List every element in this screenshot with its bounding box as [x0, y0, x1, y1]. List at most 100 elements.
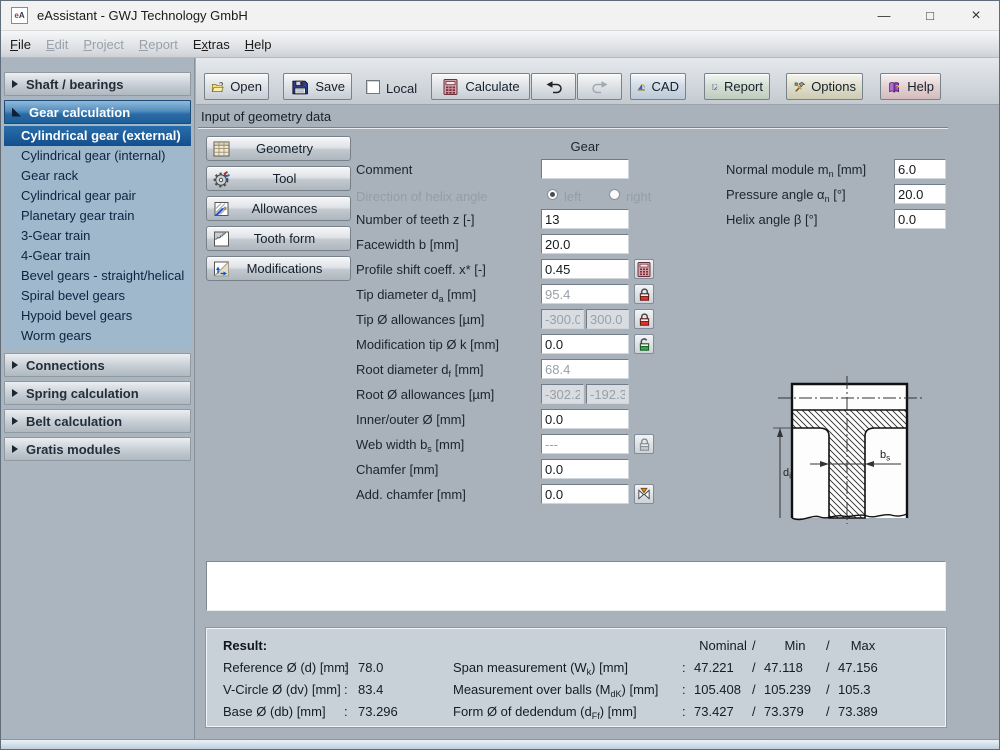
sidebar-item-four-gear-train[interactable]: 4-Gear train	[4, 246, 191, 266]
tool-tab-button[interactable]: Tool	[206, 166, 351, 191]
local-checkbox[interactable]	[366, 80, 380, 94]
sidebar-section-shaft-bearings[interactable]: Shaft / bearings	[4, 72, 191, 96]
profile-shift-input[interactable]	[541, 259, 629, 279]
gear-column-header: Gear	[541, 139, 629, 154]
helix-angle-label: Helix angle β [°]	[726, 212, 817, 227]
sidebar-item-gear-rack[interactable]: Gear rack	[4, 166, 191, 186]
result-label: Base Ø (db) [mm]	[223, 704, 344, 719]
helix-left-radio[interactable]	[547, 189, 558, 200]
sidebar-section-gear-calculation[interactable]: Gear calculation	[4, 100, 191, 124]
tip-allowances-lock-button[interactable]	[634, 309, 654, 329]
web-width-input[interactable]	[541, 434, 629, 454]
facewidth-input[interactable]	[541, 234, 629, 254]
result-value: 83.4	[358, 682, 398, 697]
root-allowance-upper-input[interactable]	[586, 384, 629, 404]
app-icon: eA	[11, 7, 28, 24]
helix-right-radio[interactable]	[609, 189, 620, 200]
sidebar-item-spiral-bevel-gears[interactable]: Spiral bevel gears	[4, 286, 191, 306]
result-min: 47.118	[764, 660, 826, 675]
redo-button[interactable]	[577, 73, 622, 100]
menu-help[interactable]: Help	[245, 37, 272, 52]
helix-right-label: right	[626, 189, 651, 204]
maximize-button[interactable]: □	[907, 1, 953, 30]
close-button[interactable]: ×	[953, 1, 999, 30]
window-title: eAssistant - GWJ Technology GmbH	[37, 8, 248, 23]
allowances-tab-button[interactable]: Allowances	[206, 196, 351, 221]
sidebar-item-planetary-gear-train[interactable]: Planetary gear train	[4, 206, 191, 226]
cad-button[interactable]: CAD	[630, 73, 686, 100]
minimize-button[interactable]: —	[861, 1, 907, 30]
comment-label: Comment	[356, 162, 412, 177]
window-controls: — □ ×	[861, 1, 999, 30]
message-area[interactable]	[206, 561, 946, 611]
web-width-lock-button[interactable]	[634, 434, 654, 454]
tooth-form-tab-button[interactable]: Tooth form	[206, 226, 351, 251]
sidebar-section-connections[interactable]: Connections	[4, 353, 191, 377]
teeth-count-input[interactable]	[541, 209, 629, 229]
menu-extras[interactable]: Extras	[193, 37, 230, 52]
hatched-sheet-pencil-icon	[212, 200, 231, 218]
root-allowance-lower-input[interactable]	[541, 384, 584, 404]
grid-icon	[212, 140, 231, 158]
menu-edit[interactable]: Edit	[46, 37, 68, 52]
result-min: 73.379	[764, 704, 826, 719]
section-label: Belt calculation	[26, 414, 122, 429]
menu-project[interactable]: Project	[83, 37, 123, 52]
root-diameter-input[interactable]	[541, 359, 629, 379]
add-chamfer-label: Add. chamfer [mm]	[356, 487, 466, 502]
calculator-icon	[441, 78, 459, 96]
add-chamfer-button[interactable]	[634, 484, 654, 504]
sidebar-item-worm-gears[interactable]: Worm gears	[4, 326, 191, 346]
sidebar-section-spring-calculation[interactable]: Spring calculation	[4, 381, 191, 405]
result-label: V-Circle Ø (dv) [mm]	[223, 682, 344, 697]
section-label: Shaft / bearings	[26, 77, 124, 92]
sidebar-section-belt-calculation[interactable]: Belt calculation	[4, 409, 191, 433]
pressure-angle-input[interactable]	[894, 184, 946, 204]
helix-angle-input[interactable]	[894, 209, 946, 229]
help-button[interactable]: ? Help	[880, 73, 941, 100]
result-nominal: 105.408	[694, 682, 752, 697]
add-chamfer-input[interactable]	[541, 484, 629, 504]
root-allowances-label: Root Ø allowances [µm]	[356, 387, 494, 402]
green-open-lock-icon	[637, 337, 652, 352]
sidebar-item-hypoid-bevel-gears[interactable]: Hypoid bevel gears	[4, 306, 191, 326]
sidebar-item-bevel-gears[interactable]: Bevel gears - straight/helical	[4, 266, 191, 286]
menu-file[interactable]: File	[10, 37, 31, 52]
save-button[interactable]: Save	[283, 73, 352, 100]
calculator-icon	[637, 262, 651, 277]
inner-outer-diameter-input[interactable]	[541, 409, 629, 429]
sidebar-section-gratis-modules[interactable]: Gratis modules	[4, 437, 191, 461]
options-button[interactable]: Options	[786, 73, 863, 100]
floppy-disk-icon	[290, 78, 309, 96]
tip-diameter-lock-button[interactable]	[634, 284, 654, 304]
menu-report[interactable]: Report	[139, 37, 178, 52]
calculate-button[interactable]: Calculate	[431, 73, 530, 100]
tip-allowance-lower-input[interactable]	[541, 309, 584, 329]
geometry-tab-button[interactable]: Geometry	[206, 136, 351, 161]
web-width-label: Web width bs [mm]	[356, 437, 464, 452]
collapsed-arrow-icon	[12, 389, 18, 397]
helix-left-label: left	[564, 189, 581, 204]
profile-shift-label: Profile shift coeff. x* [-]	[356, 262, 486, 277]
pressure-angle-label: Pressure angle αn [°]	[726, 187, 846, 202]
tip-diameter-input[interactable]	[541, 284, 629, 304]
undo-button[interactable]	[531, 73, 576, 100]
result-label: Span measurement (Wk) [mm]	[453, 660, 682, 675]
tip-modification-input[interactable]	[541, 334, 629, 354]
sidebar-item-cylindrical-gear-pair[interactable]: Cylindrical gear pair	[4, 186, 191, 206]
red-lock-icon	[637, 287, 652, 302]
comment-input[interactable]	[541, 159, 629, 179]
profile-shift-calculator-button[interactable]	[634, 259, 654, 279]
tip-modification-lock-button[interactable]	[634, 334, 654, 354]
result-title: Result:	[223, 638, 267, 653]
tip-allowance-upper-input[interactable]	[586, 309, 629, 329]
sidebar-item-cylindrical-gear-internal[interactable]: Cylindrical gear (internal)	[4, 146, 191, 166]
open-button[interactable]: Open	[204, 73, 269, 100]
report-button[interactable]: Report	[704, 73, 770, 100]
chamfer-input[interactable]	[541, 459, 629, 479]
sidebar-item-three-gear-train[interactable]: 3-Gear train	[4, 226, 191, 246]
normal-module-input[interactable]	[894, 159, 946, 179]
sidebar-item-cylindrical-gear-external[interactable]: Cylindrical gear (external)	[4, 126, 191, 146]
collapsed-arrow-icon	[12, 417, 18, 425]
modifications-tab-button[interactable]: Modifications	[206, 256, 351, 281]
